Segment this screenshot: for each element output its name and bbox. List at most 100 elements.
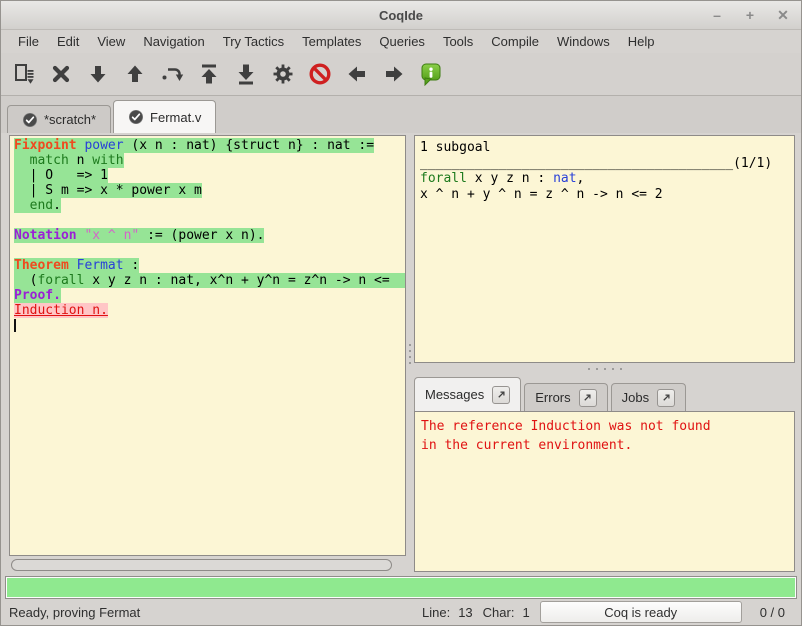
highlight-green: end. xyxy=(14,198,61,213)
highlight-green: (forall x y z n : nat, x^n + y^n = z^n -… xyxy=(14,273,405,288)
code-line: end. xyxy=(14,198,405,213)
code-line xyxy=(14,213,405,228)
menu-edit[interactable]: Edit xyxy=(48,32,88,51)
horizontal-scrollbar[interactable] xyxy=(9,558,406,572)
window-title: CoqIde xyxy=(379,8,423,23)
step-forward-button[interactable] xyxy=(79,58,116,90)
menu-bar: FileEditViewNavigationTry TacticsTemplat… xyxy=(1,30,801,53)
close-button[interactable] xyxy=(42,58,79,90)
line-value: 13 xyxy=(458,605,472,620)
step-backward-button[interactable] xyxy=(116,58,153,90)
status-right: Line: 13 Char: 1 Coq is ready 0 / 0 xyxy=(412,601,793,623)
vertical-splitter[interactable] xyxy=(406,135,414,572)
status-bar: Ready, proving Fermat Line: 13 Char: 1 C… xyxy=(1,599,801,625)
highlight-green: Theorem Fermat : xyxy=(14,258,139,273)
menu-navigation[interactable]: Navigation xyxy=(134,32,213,51)
progress-bar xyxy=(5,576,797,599)
highlight-green: match n with xyxy=(14,153,124,168)
maximize-button[interactable]: + xyxy=(742,7,758,23)
arrow-up-icon xyxy=(123,62,147,86)
tab-fermat.v[interactable]: Fermat.v xyxy=(113,100,216,133)
editor-column: Fixpoint power (x n : nat) {struct n} : … xyxy=(9,135,406,572)
menu-queries[interactable]: Queries xyxy=(370,32,434,51)
reset-coq-button[interactable] xyxy=(264,58,301,90)
go-to-end-button[interactable] xyxy=(227,58,264,90)
detach-messages-button[interactable] xyxy=(492,386,510,404)
line-label: Line: xyxy=(422,605,450,620)
highlight-green: | O => 1 xyxy=(14,168,108,183)
detach-icon xyxy=(661,392,672,403)
go-to-start-icon xyxy=(197,62,221,86)
go-to-end-icon xyxy=(234,62,258,86)
detach-errors-button[interactable] xyxy=(579,389,597,407)
menu-file[interactable]: File xyxy=(9,32,48,51)
info-icon xyxy=(419,62,443,86)
messages-panel[interactable]: The reference Induction was not foundin … xyxy=(414,411,795,572)
tab-label: Fermat.v xyxy=(150,110,201,125)
close-button[interactable]: ✕ xyxy=(775,7,791,24)
about-button[interactable] xyxy=(412,58,449,90)
code-line: Theorem Fermat : xyxy=(14,258,405,273)
menu-view[interactable]: View xyxy=(88,32,134,51)
code-line: ________________________________________… xyxy=(420,156,794,172)
coqide-window: CoqIde – + ✕ FileEditViewNavigationTry T… xyxy=(0,0,802,626)
highlight-green: Fixpoint power (x n : nat) {struct n} : … xyxy=(14,138,374,153)
main-area: Fixpoint power (x n : nat) {struct n} : … xyxy=(1,133,801,575)
save-button[interactable] xyxy=(5,58,42,90)
code-line: match n with xyxy=(14,153,405,168)
status-message: Ready, proving Fermat xyxy=(9,605,412,620)
code-line: Proof. xyxy=(14,288,405,303)
go-to-cursor-button[interactable] xyxy=(153,58,190,90)
message-tab-bar: MessagesErrors Jobs xyxy=(414,375,795,411)
window-controls: – + ✕ xyxy=(709,1,791,29)
previous-button[interactable] xyxy=(338,58,375,90)
interrupt-button[interactable] xyxy=(301,58,338,90)
go-to-start-button[interactable] xyxy=(190,58,227,90)
tab-label: *scratch* xyxy=(44,112,96,127)
document-down-icon xyxy=(12,62,36,86)
tab--scratch-[interactable]: *scratch* xyxy=(7,105,111,133)
code-line: 1 subgoal xyxy=(420,140,794,156)
tab-jobs[interactable]: Jobs xyxy=(611,383,686,411)
highlight-green: Proof. xyxy=(14,288,61,303)
horizontal-splitter[interactable] xyxy=(414,363,795,375)
code-line: forall x y z n : nat, xyxy=(420,171,794,187)
code-line: | O => 1 xyxy=(14,168,405,183)
detach-jobs-button[interactable] xyxy=(657,389,675,407)
coq-status-button[interactable]: Coq is ready xyxy=(540,601,742,623)
menu-try-tactics[interactable]: Try Tactics xyxy=(214,32,293,51)
text-cursor xyxy=(14,319,16,332)
scrollbar-thumb[interactable] xyxy=(11,559,392,571)
highlight-green: Notation "x ^ n" := (power x n). xyxy=(14,228,264,243)
tab-messages[interactable]: Messages xyxy=(414,377,521,411)
error-message-line: The reference Induction was not found xyxy=(421,417,794,436)
menu-templates[interactable]: Templates xyxy=(293,32,370,51)
detach-icon xyxy=(582,392,593,403)
title-bar: CoqIde – + ✕ xyxy=(1,1,801,30)
menu-windows[interactable]: Windows xyxy=(548,32,619,51)
char-label: Char: xyxy=(483,605,515,620)
error-message-line: in the current environment. xyxy=(421,436,794,455)
next-button[interactable] xyxy=(375,58,412,90)
tab-label: Jobs xyxy=(622,390,649,405)
progress-counter: 0 / 0 xyxy=(760,605,785,620)
goals-panel[interactable]: 1 subgoal_______________________________… xyxy=(414,135,795,363)
progress-bar-fill xyxy=(7,578,795,597)
tab-errors[interactable]: Errors xyxy=(524,383,607,411)
code-editor[interactable]: Fixpoint power (x n : nat) {struct n} : … xyxy=(9,135,406,556)
proof-column: 1 subgoal_______________________________… xyxy=(414,135,795,572)
code-line: | S m => x * power x m xyxy=(14,183,405,198)
arrow-down-icon xyxy=(86,62,110,86)
menu-help[interactable]: Help xyxy=(619,32,664,51)
menu-compile[interactable]: Compile xyxy=(482,32,548,51)
go-to-cursor-icon xyxy=(160,62,184,86)
highlight-green: | S m => x * power x m xyxy=(14,183,202,198)
minimize-button[interactable]: – xyxy=(709,7,725,23)
detach-icon xyxy=(496,389,507,400)
menu-tools[interactable]: Tools xyxy=(434,32,482,51)
check-circle-icon xyxy=(22,112,38,128)
char-value: 1 xyxy=(522,605,529,620)
close-x-icon xyxy=(49,62,73,86)
code-line: x ^ n + y ^ n = z ^ n -> n <= 2 xyxy=(420,187,794,203)
interrupt-icon xyxy=(308,62,332,86)
